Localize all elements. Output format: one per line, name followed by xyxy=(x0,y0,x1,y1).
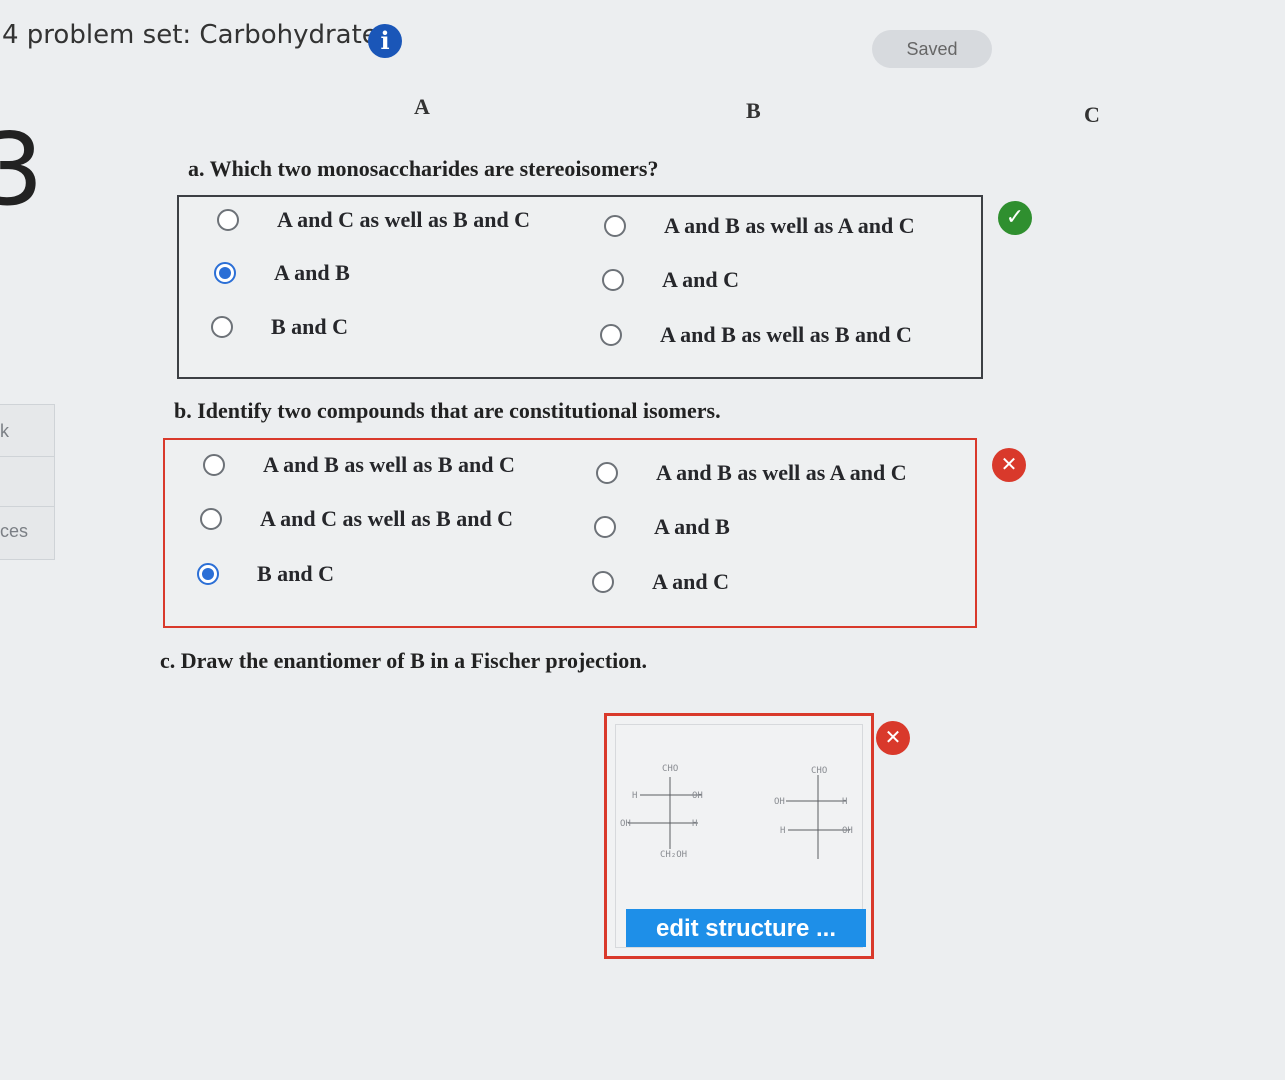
side-tab-3-label: ces xyxy=(0,521,29,541)
option-label: A and B as well as B and C xyxy=(660,322,912,347)
radio-button[interactable] xyxy=(596,462,618,484)
part-a-option-6[interactable]: A and B as well as B and C xyxy=(600,322,912,348)
part-b-option-6[interactable]: A and C xyxy=(592,569,729,595)
part-a-prompt: a. Which two monosaccharides are stereoi… xyxy=(188,156,659,181)
part-b-option-2[interactable]: A and B as well as A and C xyxy=(596,460,907,486)
radio-button[interactable] xyxy=(203,454,225,476)
fischer-label: OH xyxy=(620,819,631,829)
side-tab-2[interactable] xyxy=(0,456,55,508)
part-a-option-2[interactable]: A and B as well as A and C xyxy=(604,213,915,239)
option-label: A and B xyxy=(274,260,350,285)
part-b-option-5[interactable]: B and C xyxy=(197,561,334,587)
option-label: A and C xyxy=(652,569,730,594)
part-b-option-4[interactable]: A and B xyxy=(594,514,730,540)
close-icon: ✕ xyxy=(992,448,1026,482)
radio-button[interactable] xyxy=(594,516,616,538)
fischer-label: H xyxy=(632,791,637,801)
close-icon: ✕ xyxy=(876,721,910,755)
column-label-c: C xyxy=(1084,102,1100,127)
fischer-label: CH₂OH xyxy=(660,850,687,860)
side-tab-1[interactable]: k xyxy=(0,404,55,458)
part-c-prompt: c. Draw the enantiomer of B in a Fischer… xyxy=(160,648,647,673)
part-a-option-1[interactable]: A and C as well as B and C xyxy=(217,207,530,233)
radio-button[interactable] xyxy=(602,269,624,291)
option-label: B and C xyxy=(257,561,335,586)
saved-status-badge: Saved xyxy=(872,30,992,68)
fischer-label: OH xyxy=(692,791,703,801)
option-label: A and B as well as B and C xyxy=(263,452,515,477)
edit-structure-button[interactable]: edit structure ... xyxy=(626,909,866,947)
radio-button[interactable] xyxy=(217,209,239,231)
check-icon: ✓ xyxy=(998,201,1032,235)
fischer-projections: CHO CH₂OH H OH OH H CHO OH H H OH xyxy=(620,764,853,860)
option-label: A and C as well as B and C xyxy=(260,506,514,531)
info-icon[interactable]: i xyxy=(368,24,402,58)
fischer-label: CHO xyxy=(662,764,678,774)
part-a-option-3[interactable]: A and B xyxy=(214,260,350,286)
option-label: A and B as well as A and C xyxy=(656,460,907,485)
part-a-option-4[interactable]: A and C xyxy=(602,267,739,293)
part-b-options: A and B as well as B and C A and B as we… xyxy=(163,438,977,628)
part-a-options: A and C as well as B and C A and B as we… xyxy=(177,195,983,379)
radio-button-selected[interactable] xyxy=(214,262,236,284)
radio-button-selected[interactable] xyxy=(197,563,219,585)
radio-button[interactable] xyxy=(600,324,622,346)
fischer-label: OH xyxy=(842,826,853,836)
part-b-option-1[interactable]: A and B as well as B and C xyxy=(203,452,515,478)
question-number: 3 xyxy=(0,111,44,228)
option-label: A and B xyxy=(654,514,730,539)
option-label: A and C as well as B and C xyxy=(277,207,531,232)
radio-button[interactable] xyxy=(200,508,222,530)
part-b-prompt: b. Identify two compounds that are const… xyxy=(174,398,721,423)
fischer-label: H xyxy=(780,826,785,836)
option-label: A and B as well as A and C xyxy=(664,213,915,238)
column-label-b: B xyxy=(746,98,761,123)
structure-canvas[interactable]: CHO CH₂OH H OH OH H CHO OH H H OH edit s… xyxy=(615,724,866,948)
side-tab-3[interactable]: ces xyxy=(0,506,55,560)
radio-button[interactable] xyxy=(211,316,233,338)
part-a-option-5[interactable]: B and C xyxy=(211,314,348,340)
side-tab-1-label: k xyxy=(0,421,9,441)
column-label-a: A xyxy=(414,94,430,119)
radio-button[interactable] xyxy=(604,215,626,237)
fischer-label: H xyxy=(842,797,847,807)
fischer-label: OH xyxy=(774,797,785,807)
option-label: B and C xyxy=(271,314,349,339)
radio-button[interactable] xyxy=(592,571,614,593)
option-label: A and C xyxy=(662,267,740,292)
fischer-label: H xyxy=(692,819,697,829)
fischer-structure-1 xyxy=(628,777,702,849)
fischer-label: CHO xyxy=(811,766,827,776)
fischer-structure-2 xyxy=(786,775,850,859)
page-title: 4 problem set: Carbohydrates xyxy=(2,20,392,50)
part-b-option-3[interactable]: A and C as well as B and C xyxy=(200,506,513,532)
structure-drawing-area[interactable]: CHO CH₂OH H OH OH H CHO OH H H OH edit s… xyxy=(604,713,874,959)
